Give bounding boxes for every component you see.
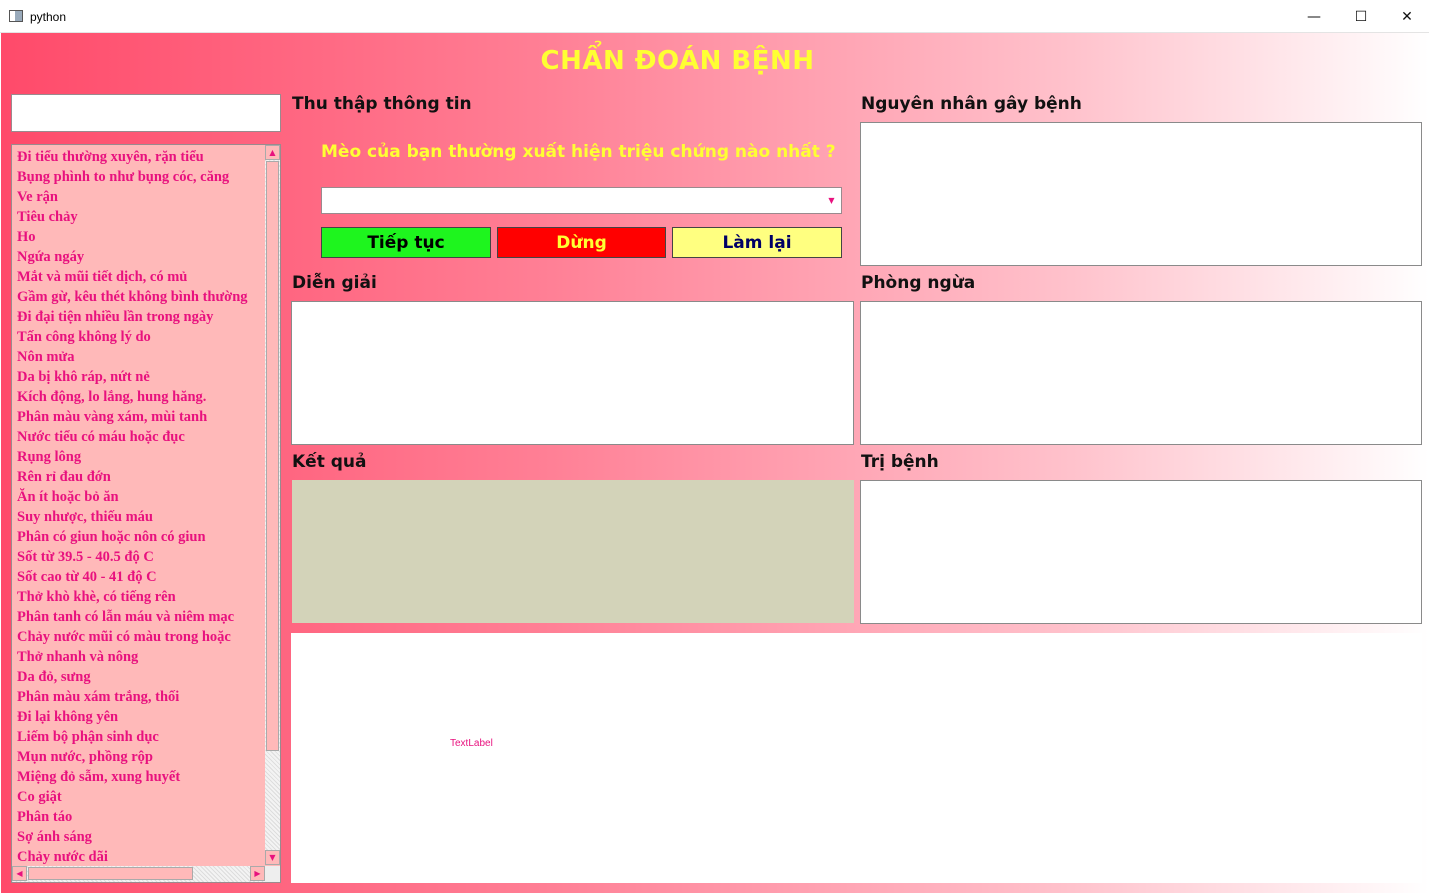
symptom-list-item[interactable]: Mắt và mũi tiết dịch, có mủ (12, 267, 264, 287)
window-titlebar: python — ☐ ✕ (0, 0, 1429, 33)
bottom-panel (291, 633, 1422, 883)
symptom-list-item[interactable]: Gầm gừ, kêu thét không bình thường (12, 287, 264, 307)
symptom-list-item[interactable]: Sốt cao từ 40 - 41 độ C (12, 567, 264, 587)
text-label: TextLabel (450, 738, 493, 749)
scroll-right-icon[interactable]: ▶ (250, 866, 265, 881)
symptom-list-item[interactable]: Phân tanh có lẫn máu và niêm mạc (12, 607, 264, 627)
scroll-left-icon[interactable]: ◀ (12, 866, 27, 881)
symptom-list-item[interactable]: Ho (12, 227, 264, 247)
close-button[interactable]: ✕ (1384, 0, 1429, 33)
treatment-label: Trị bệnh (861, 452, 939, 472)
symptom-list-item[interactable]: Rên rỉ đau đớn (12, 467, 264, 487)
symptom-list-item[interactable]: Rụng lông (12, 447, 264, 467)
chevron-down-icon[interactable]: ▼ (824, 191, 839, 210)
symptom-list-item[interactable]: Tấn công không lý do (12, 327, 264, 347)
symptom-list-item[interactable]: Phân màu xám trắng, thối (12, 687, 264, 707)
result-textbox[interactable] (292, 480, 854, 623)
symptom-list-item[interactable]: Đi đại tiện nhiều lần trong ngày (12, 307, 264, 327)
symptom-list-item[interactable]: Chảy nước dãi (12, 847, 264, 865)
scroll-up-icon[interactable]: ▲ (265, 145, 280, 160)
symptom-search-input[interactable] (11, 94, 281, 132)
minimize-icon: — (1307, 8, 1321, 25)
symptom-list-item[interactable]: Phân táo (12, 807, 264, 827)
window-title: python (30, 10, 67, 24)
prevention-label: Phòng ngừa (861, 273, 976, 293)
symptom-list-item[interactable]: Kích động, lo lắng, hung hăng. (12, 387, 264, 407)
symptom-list-item[interactable]: Sợ ánh sáng (12, 827, 264, 847)
explain-label: Diễn giải (292, 273, 377, 293)
symptom-list-item[interactable]: Đi lại không yên (12, 707, 264, 727)
symptom-list: Đi tiểu thường xuyên, rặn tiểu Bụng phình… (11, 144, 281, 883)
info-label: Thu thập thông tin (292, 94, 472, 114)
symptom-list-item[interactable]: Thở nhanh và nông (12, 647, 264, 667)
prevention-textbox[interactable] (860, 301, 1422, 445)
cause-textbox[interactable] (860, 122, 1422, 266)
treatment-textbox[interactable] (860, 480, 1422, 624)
symptom-list-item[interactable]: Liếm bộ phận sinh dục (12, 727, 264, 747)
symptom-list-items: Đi tiểu thường xuyên, rặn tiểu Bụng phình… (12, 145, 264, 865)
symptom-select[interactable]: ▼ (321, 187, 842, 214)
symptom-list-item[interactable]: Phân có giun hoặc nôn có giun (12, 527, 264, 547)
symptom-list-item[interactable]: Đi tiểu thường xuyên, rặn tiểu (12, 147, 264, 167)
stop-button[interactable]: Dừng (497, 227, 666, 258)
maximize-button[interactable]: ☐ (1338, 0, 1384, 33)
close-icon: ✕ (1401, 8, 1413, 25)
symptom-list-item[interactable]: Nôn mửa (12, 347, 264, 367)
symptom-list-item[interactable]: Ve rận (12, 187, 264, 207)
scroll-corner (265, 866, 280, 882)
scroll-down-icon[interactable]: ▼ (265, 850, 280, 865)
vertical-scrollbar[interactable]: ▲ ▼ (265, 145, 280, 865)
continue-button[interactable]: Tiếp tục (321, 227, 491, 258)
python-app-icon (9, 10, 23, 22)
symptom-list-item[interactable]: Da bị khô ráp, nứt nẻ (12, 367, 264, 387)
symptom-list-item[interactable]: Nước tiểu có máu hoặc đục (12, 427, 264, 447)
question-text: Mèo của bạn thường xuất hiện triệu chứng… (321, 142, 836, 162)
symptom-list-item[interactable]: Suy nhược, thiếu máu (12, 507, 264, 527)
symptom-list-item[interactable]: Co giật (12, 787, 264, 807)
horizontal-scrollbar[interactable]: ◀ ▶ (12, 866, 265, 882)
horizontal-scroll-thumb[interactable] (28, 867, 193, 880)
reset-button[interactable]: Làm lại (672, 227, 842, 258)
maximize-icon: ☐ (1354, 8, 1368, 25)
symptom-list-item[interactable]: Chảy nước mũi có màu trong hoặc (12, 627, 264, 647)
explain-textbox[interactable] (291, 301, 854, 445)
app-title: CHẨN ĐOÁN BỆNH (540, 46, 815, 76)
symptom-list-item[interactable]: Thở khò khè, có tiếng rên (12, 587, 264, 607)
vertical-scroll-thumb[interactable] (266, 161, 279, 751)
symptom-list-item[interactable]: Mụn nước, phồng rộp (12, 747, 264, 767)
cause-label: Nguyên nhân gây bệnh (861, 94, 1082, 114)
symptom-list-item[interactable]: Miệng đỏ sẫm, xung huyết (12, 767, 264, 787)
symptom-list-item[interactable]: Sốt từ 39.5 - 40.5 độ C (12, 547, 264, 567)
symptom-list-item[interactable]: Phân màu vàng xám, mùi tanh (12, 407, 264, 427)
symptom-list-item[interactable]: Bụng phình to như bụng cóc, căng (12, 167, 264, 187)
symptom-list-item[interactable]: Da đỏ, sưng (12, 667, 264, 687)
symptom-list-item[interactable]: Tiêu chảy (12, 207, 264, 227)
minimize-button[interactable]: — (1291, 0, 1337, 33)
symptom-list-item[interactable]: Ngứa ngáy (12, 247, 264, 267)
result-label: Kết quả (292, 452, 367, 472)
symptom-list-item[interactable]: Ăn ít hoặc bỏ ăn (12, 487, 264, 507)
